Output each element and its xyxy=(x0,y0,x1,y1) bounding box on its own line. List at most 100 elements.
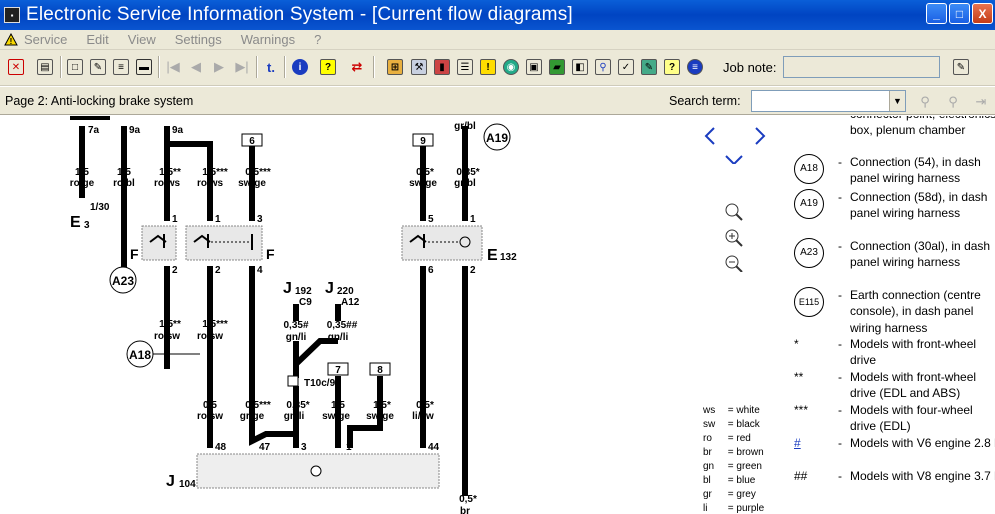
wire-size: 0,5 xyxy=(203,400,217,411)
a23-symbol: A23 xyxy=(112,274,134,288)
flow-diagram-area[interactable]: 7a 9a 9a 1,5 ro/ge 1,5 ro/bl 1,5** ro/ws… xyxy=(0,116,995,514)
exit-icon[interactable]: ✕ xyxy=(5,55,27,79)
wire-color: ro/sw xyxy=(197,331,223,342)
zoom-out-icon[interactable] xyxy=(725,255,743,272)
next-page-icon[interactable]: ▶ xyxy=(208,55,230,79)
tools-icon[interactable]: ⚒ xyxy=(408,55,430,79)
close-button[interactable]: X xyxy=(972,3,993,24)
app-icon[interactable]: ▪ xyxy=(4,7,20,23)
toolbar: ✕ ▤ □ ✎ ≡ ▬ |◀ ◀ ▶ ▶| t. i ? ⇄ ⊞ ⚒ ▮ ☰ !… xyxy=(0,50,995,86)
wire-key-row: gn = green xyxy=(703,461,762,472)
wire-size: 1,5 xyxy=(75,167,89,178)
car-icon[interactable]: ◧ xyxy=(569,55,591,79)
wire-size: 1,5** xyxy=(159,167,181,178)
menu-help[interactable]: ? xyxy=(314,32,321,47)
page-title: Page 2: Anti-locking brake system xyxy=(5,94,194,108)
switch-icon[interactable]: ⇄ xyxy=(346,55,368,79)
e3-pin: 1/30 xyxy=(90,202,110,213)
pin-number: 3 xyxy=(301,442,307,453)
job-note-edit-icon[interactable]: ✎ xyxy=(950,55,972,79)
wire-key-row: ro = red xyxy=(703,433,751,444)
search-next-icon[interactable]: ⇥ xyxy=(970,90,992,114)
edit-book-icon[interactable]: ✎ xyxy=(638,55,660,79)
job-note-label: Job note: xyxy=(723,60,777,75)
wire-color: sw/ge xyxy=(366,411,394,422)
f-label: F xyxy=(266,246,275,262)
globe-icon[interactable]: ◉ xyxy=(500,55,522,79)
pin-number: 3 xyxy=(257,214,263,225)
search-back-icon[interactable]: ⚲ xyxy=(942,90,964,114)
edit-document-icon[interactable]: ✎ xyxy=(87,55,109,79)
pin-number: 2 xyxy=(470,265,476,276)
a19-symbol: A19 xyxy=(486,131,508,145)
e132-label: E xyxy=(487,247,498,264)
menu-warnings[interactable]: Warnings xyxy=(241,32,295,47)
wire-color: gn/li xyxy=(328,332,349,343)
pin-number: 44 xyxy=(428,442,440,453)
arrow-down-icon[interactable] xyxy=(725,155,743,164)
maximize-button[interactable]: □ xyxy=(949,3,970,24)
vehicle-icon[interactable]: ▬ xyxy=(133,55,155,79)
wire-size: 1,5 xyxy=(331,400,345,411)
wiring-diagram: 7a 9a 9a 1,5 ro/ge 1,5 ro/bl 1,5** ro/ws… xyxy=(70,116,517,514)
zoom-in-icon[interactable] xyxy=(725,229,743,247)
manual-icon[interactable]: ▮ xyxy=(431,55,453,79)
search-label: Search term: xyxy=(669,94,741,108)
wire-color: sw/ge xyxy=(409,178,437,189)
pin-number: 47 xyxy=(259,442,271,453)
search-vehicle-icon[interactable]: ⚲ xyxy=(592,55,614,79)
wire-size: 0,35## xyxy=(327,320,358,331)
zoom-icon[interactable] xyxy=(725,203,743,221)
j192-pin: C9 xyxy=(299,297,312,308)
box-label: 6 xyxy=(249,136,255,147)
arrow-right-icon[interactable] xyxy=(755,127,766,145)
chevron-down-icon[interactable]: ▼ xyxy=(889,91,905,111)
menu-settings[interactable]: Settings xyxy=(175,32,222,47)
search-forward-icon[interactable]: ⚲ xyxy=(914,90,936,114)
green-book-icon[interactable]: ▰ xyxy=(546,55,568,79)
list-icon[interactable]: ☰ xyxy=(454,55,476,79)
pin-number: 5 xyxy=(428,214,434,225)
search-input[interactable]: ▼ xyxy=(751,90,906,112)
f-label: F xyxy=(130,246,139,262)
print-icon[interactable]: ▤ xyxy=(34,55,56,79)
wire-size: 0,5*** xyxy=(245,167,271,178)
new-document-icon[interactable]: □ xyxy=(64,55,86,79)
t10-label: T10c/9 xyxy=(304,378,336,389)
go-up-icon[interactable]: t. xyxy=(260,55,282,79)
pin-number: 1 xyxy=(346,442,352,453)
help-icon[interactable]: ? xyxy=(317,55,339,79)
previous-page-icon[interactable]: ◀ xyxy=(185,55,207,79)
job-note-input[interactable] xyxy=(783,56,940,78)
v6-link[interactable]: # xyxy=(794,435,801,451)
info-icon[interactable]: i xyxy=(289,55,311,79)
wire-color: gn/li xyxy=(284,411,305,422)
menu-view[interactable]: View xyxy=(128,32,156,47)
pin-number: 1 xyxy=(172,214,178,225)
menu-service[interactable]: Service xyxy=(24,32,67,47)
minimize-button[interactable]: _ xyxy=(926,3,947,24)
last-page-icon[interactable]: ▶| xyxy=(231,55,253,79)
pin-number: 48 xyxy=(215,442,227,453)
checklist-icon[interactable]: ✓ xyxy=(615,55,637,79)
zoom-tools xyxy=(725,203,743,272)
svg-text:!: ! xyxy=(10,37,13,46)
arrow-left-icon[interactable] xyxy=(704,127,715,145)
e3-label: E xyxy=(70,214,81,231)
menu-edit[interactable]: Edit xyxy=(86,32,108,47)
document-list-icon[interactable]: ≡ xyxy=(110,55,132,79)
first-page-icon[interactable]: |◀ xyxy=(162,55,184,79)
box-label: 8 xyxy=(377,365,383,376)
pin-number: 6 xyxy=(428,265,434,276)
wire-key-row: ws = white xyxy=(703,405,760,416)
title-bar[interactable]: ▪ Electronic Service Information System … xyxy=(0,0,995,30)
question-document-icon[interactable]: ? xyxy=(661,55,683,79)
save-icon[interactable]: ▣ xyxy=(523,55,545,79)
warning-toolbar-icon[interactable]: ! xyxy=(477,55,499,79)
components-icon[interactable]: ⊞ xyxy=(384,55,406,79)
wire-color: br xyxy=(460,506,470,514)
ball-icon[interactable]: ≡ xyxy=(684,55,706,79)
e3-sub: 3 xyxy=(84,220,90,231)
wire-size: 1,5** xyxy=(159,319,181,330)
app-window: ▪ Electronic Service Information System … xyxy=(0,0,995,514)
